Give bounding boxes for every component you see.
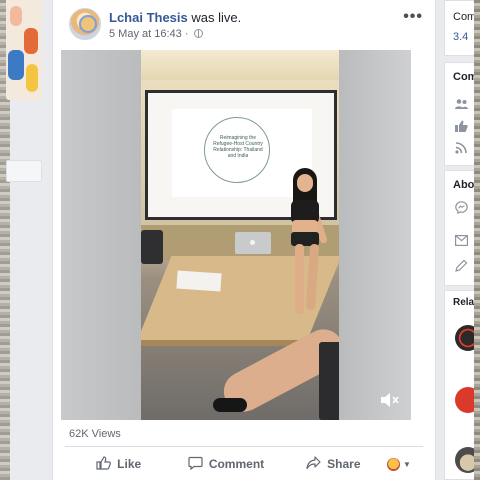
like-label: Like xyxy=(117,457,142,471)
share-label: Share xyxy=(327,457,361,471)
comment-icon xyxy=(188,456,203,473)
video-frame: Reimagining the Refugee-Host Country Rel… xyxy=(141,50,339,420)
pencil-icon xyxy=(455,259,468,272)
globe-icon xyxy=(193,29,203,38)
live-video-post: Lchai Thesis was live. 5 May at 16:43 · … xyxy=(52,0,436,480)
right-column: Com 3.4 Com Abo Relat xyxy=(440,0,480,480)
like-button[interactable]: Like xyxy=(65,455,172,473)
slide-title: Reimagining the Refugee-Host Country Rel… xyxy=(213,135,263,159)
thumbs-up-icon xyxy=(455,119,468,132)
live-video-player[interactable]: Reimagining the Refugee-Host Country Rel… xyxy=(61,50,411,420)
post-action-bar: Like Comment Share ▼ xyxy=(65,450,423,478)
community-card-stat[interactable]: 3.4 xyxy=(453,31,468,43)
actions-divider xyxy=(65,446,423,447)
rss-icon xyxy=(455,141,468,154)
caret-down-icon: ▼ xyxy=(402,459,411,469)
post-meta: 5 May at 16:43 · xyxy=(109,28,203,40)
profile-face-icon xyxy=(386,457,400,471)
community-card-title[interactable]: Com xyxy=(453,11,476,23)
video-blur-right xyxy=(339,50,411,420)
view-count[interactable]: 62K Views xyxy=(69,428,121,440)
left-input-box[interactable] xyxy=(6,160,42,182)
volume-muted-icon[interactable] xyxy=(379,392,401,408)
meta-separator: · xyxy=(184,28,189,40)
right-edge-texture xyxy=(474,0,480,480)
share-icon xyxy=(306,455,321,473)
post-timestamp[interactable]: 5 May at 16:43 xyxy=(109,28,182,40)
envelope-icon xyxy=(455,233,469,247)
comment-label: Comment xyxy=(208,457,265,471)
people-icon xyxy=(455,97,468,109)
left-illustration-image[interactable] xyxy=(6,0,42,100)
thumbs-up-icon xyxy=(96,455,112,473)
video-blur-left xyxy=(61,50,141,420)
more-options-icon[interactable]: ••• xyxy=(403,8,423,26)
comment-button[interactable]: Comment xyxy=(172,456,279,473)
left-column xyxy=(0,0,50,480)
author-avatar[interactable] xyxy=(69,8,101,40)
author-line: Lchai Thesis was live. xyxy=(109,10,241,25)
post-action-text: was live. xyxy=(187,10,242,25)
share-button[interactable]: Share xyxy=(280,455,387,473)
about-card-title: Abo xyxy=(453,179,475,191)
messenger-icon xyxy=(455,201,468,215)
presenter xyxy=(281,168,331,318)
author-name-link[interactable]: Lchai Thesis xyxy=(109,10,188,25)
post-header: Lchai Thesis was live. 5 May at 16:43 · … xyxy=(53,0,435,50)
audience-reaction-selector[interactable]: ▼ xyxy=(386,457,423,471)
laptop xyxy=(235,232,271,254)
